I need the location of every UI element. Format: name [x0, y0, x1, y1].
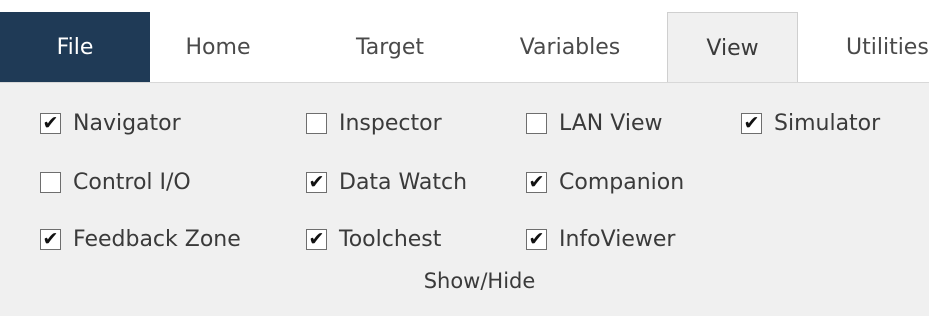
inspector-checkbox[interactable]: Inspector [306, 107, 442, 139]
tab-view[interactable]: View [667, 12, 798, 83]
checkbox-label: Feedback Zone [73, 226, 241, 252]
checkbox-checked-icon: ✔ [306, 171, 327, 193]
checkbox-label: LAN View [559, 110, 663, 136]
checkbox-label: InfoViewer [559, 226, 676, 252]
group-label-text: Show/Hide [423, 269, 536, 293]
checkbox-checked-icon: ✔ [40, 228, 61, 250]
checkbox-unchecked-icon [306, 112, 327, 134]
checkbox-label: Simulator [774, 110, 881, 136]
simulator-checkbox[interactable]: ✔ Simulator [741, 107, 880, 139]
checkbox-checked-icon: ✔ [526, 228, 547, 250]
ribbon-tab-bar: File Home Target Variables View Utilitie… [0, 0, 929, 83]
group-label-show-hide: Show/Hide [0, 269, 929, 293]
lan-view-checkbox[interactable]: LAN View [526, 107, 662, 139]
checkbox-label: Toolchest [339, 226, 442, 252]
data-watch-checkbox[interactable]: ✔ Data Watch [306, 166, 467, 198]
ribbon-panel: ✔ Navigator Inspector LAN View ✔ Simulat… [0, 82, 929, 316]
checkbox-checked-icon: ✔ [40, 112, 61, 134]
infoviewer-checkbox[interactable]: ✔ InfoViewer [526, 223, 675, 255]
checkbox-label: Data Watch [339, 169, 468, 195]
tab-variables[interactable]: Variables [490, 12, 650, 82]
checkbox-label: Navigator [73, 110, 181, 136]
checkbox-checked-icon: ✔ [526, 171, 547, 193]
navigator-checkbox[interactable]: ✔ Navigator [40, 107, 181, 139]
tab-target[interactable]: Target [305, 12, 475, 82]
tab-home[interactable]: Home [150, 12, 286, 82]
checkbox-label: Control I/O [73, 169, 191, 195]
feedback-zone-checkbox[interactable]: ✔ Feedback Zone [40, 223, 241, 255]
tab-file[interactable]: File [0, 12, 150, 82]
companion-checkbox[interactable]: ✔ Companion [526, 166, 684, 198]
checkbox-unchecked-icon [526, 112, 547, 134]
checkbox-label: Companion [559, 169, 685, 195]
checkbox-label: Inspector [339, 110, 442, 136]
checkbox-checked-icon: ✔ [741, 112, 762, 134]
tab-utilities[interactable]: Utilities [846, 12, 929, 82]
checkbox-unchecked-icon [40, 171, 61, 193]
checkbox-checked-icon: ✔ [306, 228, 327, 250]
control-io-checkbox[interactable]: Control I/O [40, 166, 191, 198]
toolchest-checkbox[interactable]: ✔ Toolchest [306, 223, 441, 255]
